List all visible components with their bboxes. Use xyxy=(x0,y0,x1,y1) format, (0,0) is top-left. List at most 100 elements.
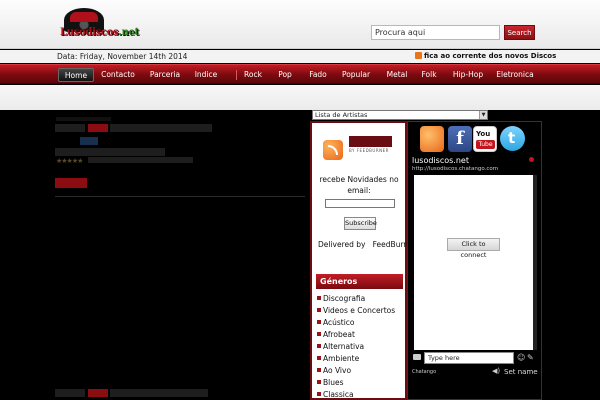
page: Lusodiscos.net Procura aqui Search Data:… xyxy=(0,0,600,400)
nav-item-home[interactable]: Home xyxy=(58,68,94,82)
chat-message-input[interactable]: Type here xyxy=(424,352,514,364)
youtube-icon[interactable]: You Tube xyxy=(473,126,497,152)
post-text-placeholder xyxy=(55,389,85,397)
connect-button[interactable]: Click to connect xyxy=(447,238,500,259)
subscribe-button[interactable]: Subscribe xyxy=(344,217,377,230)
genre-label: Videos e Concertos xyxy=(323,306,396,315)
delivered-by: Delivered by FeedBurner xyxy=(318,240,416,249)
bullet-icon xyxy=(317,296,321,300)
genre-item[interactable]: Alternativa xyxy=(317,342,364,352)
genre-label: Acústico xyxy=(323,318,355,327)
feedburner-counter-caption: BY FEEDBURNER xyxy=(349,148,389,153)
genre-label: Ao Vivo xyxy=(323,366,352,375)
post-heading-placeholder xyxy=(56,117,111,121)
twitter-icon[interactable] xyxy=(500,126,525,151)
genre-label: Discografia xyxy=(323,294,366,303)
set-name-link[interactable]: Set name xyxy=(504,368,538,376)
bullet-icon xyxy=(317,392,321,396)
main-navigation: Home Contacto Parceria Indice Rock Pop F… xyxy=(0,64,600,84)
nav-item-folk[interactable]: Folk xyxy=(419,68,439,82)
bullet-icon xyxy=(317,332,321,336)
post-tag-placeholder[interactable] xyxy=(55,178,87,188)
current-date: Data: Friday, November 14th 2014 xyxy=(57,52,188,61)
bullet-icon xyxy=(317,380,321,384)
post-highlight-placeholder xyxy=(88,124,108,132)
site-logo[interactable]: Lusodiscos.net xyxy=(60,8,139,42)
rating-stars[interactable]: ★★★★★ xyxy=(56,157,83,165)
post-text-placeholder xyxy=(55,124,85,132)
chat-url[interactable]: http://lusodiscos.chatango.com xyxy=(412,166,498,172)
nav-item-popular[interactable]: Popular xyxy=(341,68,371,82)
nav-item-rock[interactable]: Rock xyxy=(241,68,265,82)
content-divider xyxy=(55,196,305,197)
nav-item-eletronica[interactable]: Eletronica xyxy=(495,68,535,82)
post-text-placeholder xyxy=(110,124,212,132)
nav-item-metal[interactable]: Metal xyxy=(385,68,409,82)
nav-item-parceria[interactable]: Parceria xyxy=(146,68,184,82)
genre-label: Afrobeat xyxy=(323,330,355,339)
nav-item-indice[interactable]: Indice xyxy=(191,68,221,82)
bullet-icon xyxy=(317,320,321,324)
logo-text-tld: .net xyxy=(118,27,139,38)
nav-item-pop[interactable]: Pop xyxy=(275,68,295,82)
status-dot-icon xyxy=(529,157,534,162)
genre-item[interactable]: Discografia xyxy=(317,294,365,304)
genre-label: Ambiente xyxy=(323,354,360,363)
pencil-icon[interactable]: ✎ xyxy=(527,353,534,362)
subscription-sidebar: BY FEEDBURNER recebe Novidades no email:… xyxy=(310,121,416,400)
rss-feed-icon[interactable] xyxy=(323,140,343,160)
rss-icon[interactable] xyxy=(415,52,422,59)
nav-item-hip-hop[interactable]: Hip-Hop xyxy=(451,68,485,82)
speaker-icon[interactable]: ◀) xyxy=(492,367,500,375)
genre-label: Alternativa xyxy=(323,342,365,351)
genre-label: Blues xyxy=(323,378,344,387)
email-field[interactable] xyxy=(325,199,395,208)
youtube-tube-text: Tube xyxy=(476,140,495,149)
logo-red-band xyxy=(70,12,98,22)
chat-messages-area: Click to connect xyxy=(414,175,533,350)
camera-icon[interactable] xyxy=(413,354,421,360)
genres-heading: Géneros xyxy=(316,274,403,289)
logo-text: Lusodiscos.net xyxy=(60,27,139,38)
site-header: Lusodiscos.net Procura aqui Search xyxy=(0,0,600,49)
chat-scrollbar[interactable] xyxy=(533,175,537,350)
bullet-icon xyxy=(317,344,321,348)
subscribe-prompt: recebe Novidades no email: xyxy=(319,175,399,195)
date-bar: Data: Friday, November 14th 2014 fica ao… xyxy=(0,50,600,63)
genre-item[interactable]: Acústico xyxy=(317,318,355,328)
genre-item[interactable]: Classica xyxy=(317,390,354,400)
bullet-icon xyxy=(317,308,321,312)
post-meta-placeholder xyxy=(55,148,165,156)
chevron-down-icon[interactable]: ▼ xyxy=(479,111,487,119)
genre-item[interactable]: Ao Vivo xyxy=(317,366,351,376)
search-button[interactable]: Search xyxy=(504,25,535,40)
rss-social-icon[interactable] xyxy=(420,126,444,152)
genre-item[interactable]: Blues xyxy=(317,378,344,388)
feedburner-counter[interactable] xyxy=(349,136,392,147)
chatango-brand[interactable]: Chatango xyxy=(412,369,436,375)
genre-item[interactable]: Ambiente xyxy=(317,354,359,364)
nav-item-fado[interactable]: Fado xyxy=(306,68,330,82)
artist-list-label: Lista de Artistas xyxy=(315,111,368,119)
genre-label: Classica xyxy=(323,390,354,399)
rss-feed-link[interactable]: fica ao corrente dos novos Discos xyxy=(424,52,556,60)
bullet-icon xyxy=(317,368,321,372)
delivered-by-label: Delivered by xyxy=(318,240,366,249)
post-text-placeholder xyxy=(110,389,208,397)
genre-item[interactable]: Videos e Concertos xyxy=(317,306,395,316)
smiley-icon[interactable]: ☺ xyxy=(517,353,525,362)
artist-list-select[interactable]: Lista de Artistas ▼ xyxy=(312,110,488,120)
chat-title: lusodiscos.net xyxy=(412,156,469,165)
post-link-placeholder[interactable] xyxy=(80,137,98,145)
bullet-icon xyxy=(317,356,321,360)
chat-widget: f You Tube lusodiscos.net http://lusodisc… xyxy=(407,121,542,400)
main-content: ★★★★★ xyxy=(0,110,307,400)
genre-item[interactable]: Afrobeat xyxy=(317,330,355,340)
post-highlight-placeholder xyxy=(88,389,108,397)
sub-navigation-bar xyxy=(0,85,600,110)
nav-item-contacto[interactable]: Contacto xyxy=(99,68,137,82)
youtube-you-text: You xyxy=(476,130,491,138)
nav-separator xyxy=(236,70,237,80)
facebook-icon[interactable]: f xyxy=(448,126,472,152)
search-input[interactable]: Procura aqui xyxy=(371,25,500,40)
